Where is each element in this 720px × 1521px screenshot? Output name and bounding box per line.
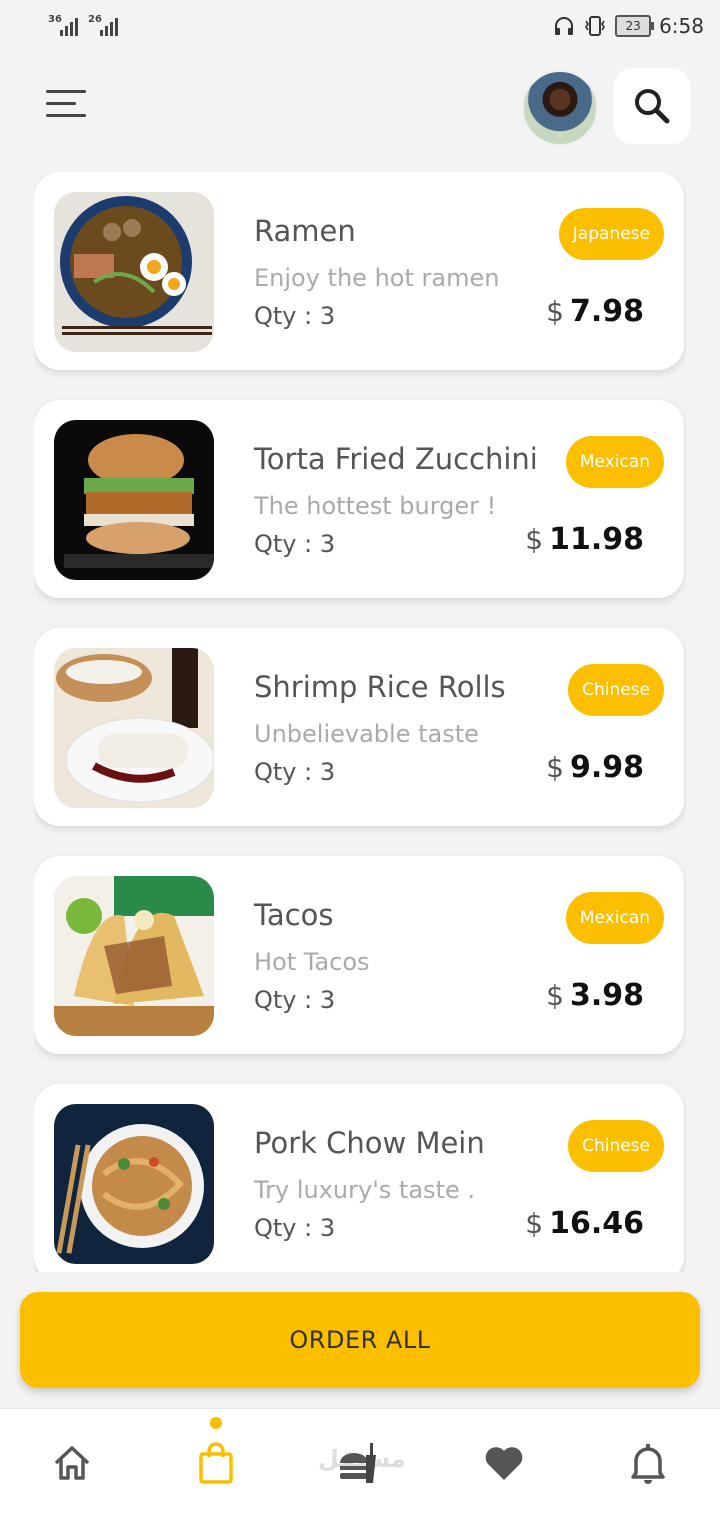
hamburger-menu-icon[interactable] <box>46 90 88 124</box>
currency-symbol: $ <box>525 1207 544 1240</box>
item-price: $9.98 <box>546 750 644 785</box>
nav-notifications[interactable] <box>626 1441 670 1485</box>
search-icon <box>635 89 670 124</box>
heart-icon <box>485 1447 523 1480</box>
clock: 6:58 <box>659 14 704 38</box>
signal-icon-sim2: 26 <box>88 14 118 36</box>
cart-item-card[interactable]: Tacos Hot Tacos Qty : 3 Mexican $3.98 <box>34 856 684 1054</box>
food-image-ramen <box>54 192 214 352</box>
item-name: Tacos <box>254 898 334 932</box>
shopping-bag-icon <box>199 1442 233 1484</box>
item-description: Hot Tacos <box>254 948 370 976</box>
battery-level: 23 <box>625 19 641 33</box>
food-image-pork-chow-mein <box>54 1104 214 1264</box>
home-icon <box>54 1446 90 1480</box>
headphones-icon <box>555 17 574 35</box>
currency-symbol: $ <box>525 523 544 556</box>
cart-item-card[interactable]: Torta Fried Zucchini The hottest burger … <box>34 400 684 598</box>
food-image-torta <box>54 420 214 580</box>
active-indicator <box>210 1417 222 1429</box>
price-value: 3.98 <box>569 978 644 1013</box>
nav-cart[interactable] <box>194 1441 238 1485</box>
item-price: $11.98 <box>525 522 644 557</box>
nav-home[interactable] <box>50 1441 94 1485</box>
item-description: Unbelievable taste <box>254 720 479 748</box>
cart-item-card[interactable]: Shrimp Rice Rolls Unbelievable taste Qty… <box>34 628 684 826</box>
price-value: 16.46 <box>549 1206 644 1241</box>
bottom-navigation: مستقل <box>0 1408 720 1521</box>
cuisine-tag: Chinese <box>568 664 664 716</box>
item-name: Pork Chow Mein <box>254 1126 485 1160</box>
cart-item-card[interactable]: Pork Chow Mein Try luxury's taste . Qty … <box>34 1084 684 1272</box>
nav-favorites[interactable] <box>482 1441 526 1485</box>
cuisine-tag: Chinese <box>568 1120 664 1172</box>
search-button[interactable] <box>614 68 690 144</box>
item-price: $3.98 <box>546 978 644 1013</box>
signal-label-sim2: 26 <box>88 14 102 25</box>
item-description: Enjoy the hot ramen <box>254 264 500 292</box>
order-all-button[interactable]: ORDER ALL <box>20 1292 700 1388</box>
item-name: Ramen <box>254 214 356 248</box>
item-name: Shrimp Rice Rolls <box>254 670 506 704</box>
item-description: The hottest burger ! <box>254 492 497 520</box>
bell-icon <box>631 1444 665 1484</box>
status-bar: 36 26 23 6:58 <box>0 0 720 56</box>
cuisine-tag: Mexican <box>565 892 664 944</box>
item-price: $7.98 <box>546 294 644 329</box>
item-quantity: Qty : 3 <box>254 302 336 330</box>
signal-label-sim1: 36 <box>48 14 62 25</box>
food-icon <box>340 1443 376 1483</box>
avatar[interactable] <box>522 70 598 146</box>
item-quantity: Qty : 3 <box>254 530 336 558</box>
battery-icon: 23 <box>615 15 655 37</box>
price-value: 11.98 <box>549 522 644 557</box>
food-image-shrimp-rice-rolls <box>54 648 214 808</box>
currency-symbol: $ <box>546 979 564 1012</box>
item-quantity: Qty : 3 <box>254 758 336 786</box>
cart-item-card[interactable]: Ramen Enjoy the hot ramen Qty : 3 Japane… <box>34 172 684 370</box>
food-image-tacos <box>54 876 214 1036</box>
cart-list[interactable]: Ramen Enjoy the hot ramen Qty : 3 Japane… <box>34 172 686 1272</box>
vibrate-icon <box>585 16 606 36</box>
item-quantity: Qty : 3 <box>254 986 336 1014</box>
item-description: Try luxury's taste . <box>254 1176 475 1204</box>
currency-symbol: $ <box>546 295 564 328</box>
cuisine-tag: Japanese <box>558 208 664 260</box>
item-name: Torta Fried Zucchini <box>254 442 538 476</box>
price-value: 7.98 <box>569 294 644 329</box>
cuisine-tag: Mexican <box>565 436 664 488</box>
nav-food[interactable] <box>336 1441 380 1485</box>
item-quantity: Qty : 3 <box>254 1214 336 1242</box>
currency-symbol: $ <box>546 751 564 784</box>
signal-icon-sim1: 36 <box>48 14 78 36</box>
item-price: $16.46 <box>525 1206 644 1241</box>
price-value: 9.98 <box>569 750 644 785</box>
